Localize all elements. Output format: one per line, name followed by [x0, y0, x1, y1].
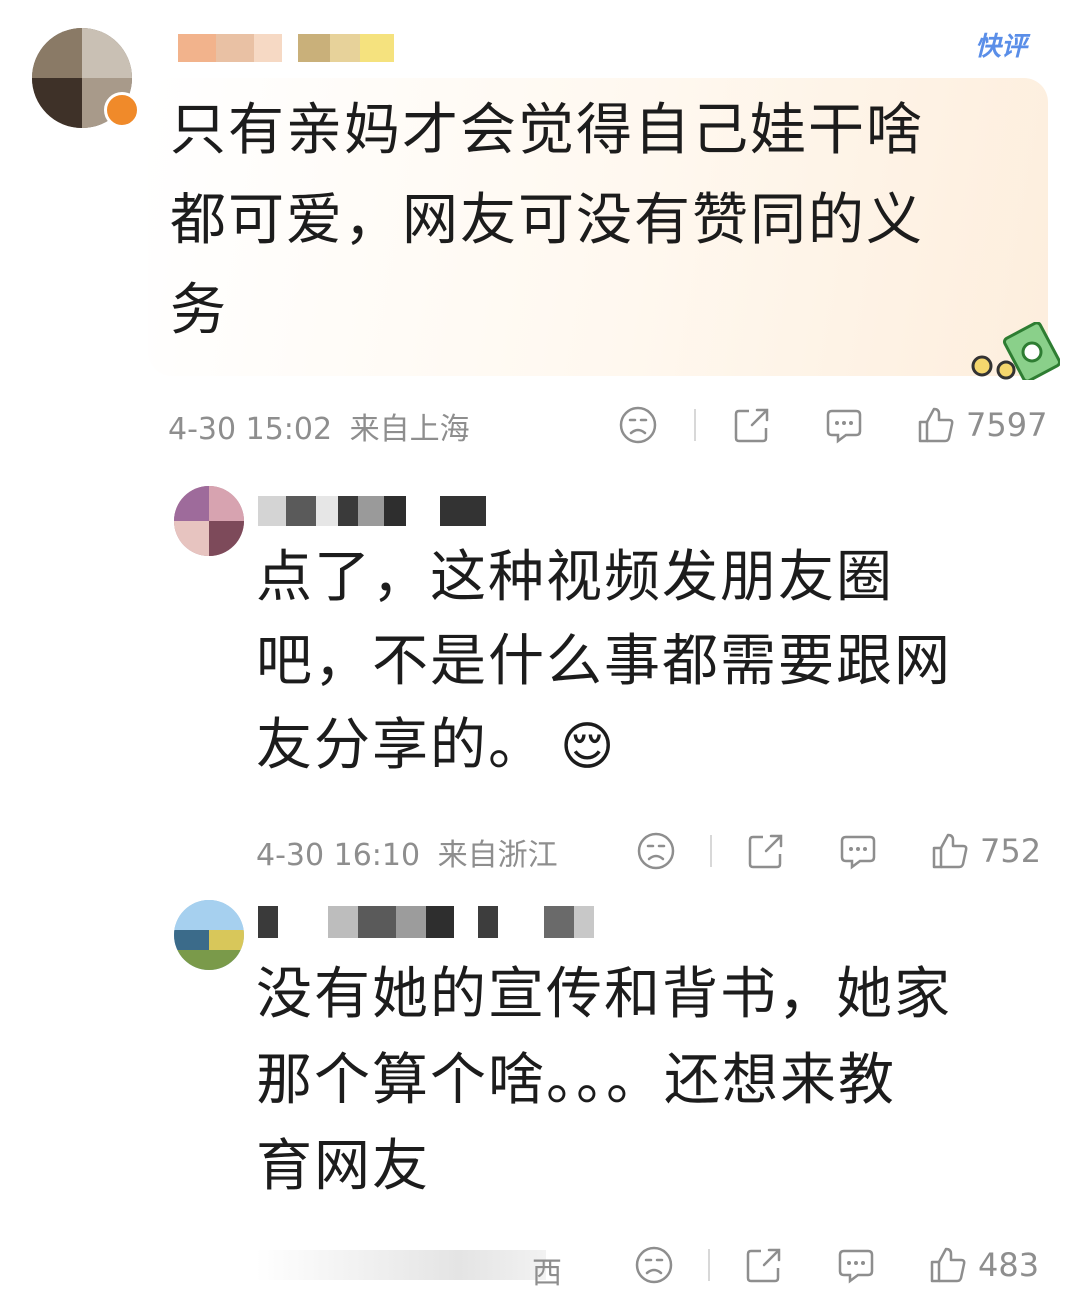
reply-button[interactable] — [838, 831, 878, 871]
comment-icon — [838, 1249, 874, 1284]
comment-icon — [826, 409, 862, 444]
action-bar: 7597 — [618, 400, 1047, 450]
like-count: 7597 — [966, 406, 1048, 444]
username[interactable] — [178, 34, 394, 62]
sad-face-icon — [637, 832, 675, 870]
like-count: 752 — [980, 832, 1042, 870]
action-bar: 752 — [636, 826, 1041, 876]
emoji-icon: 😌 — [560, 717, 617, 777]
text-line: 没有她的宣传和背书，她家 — [256, 962, 952, 1027]
text-line: 吧，不是什么事都需要跟网 — [256, 629, 952, 694]
share-icon — [746, 1248, 781, 1283]
text-line: 那个算个啥。。。还想来教 — [256, 1048, 896, 1113]
username[interactable] — [258, 906, 594, 938]
text-line: 点了，这种视频发朋友圈 — [256, 545, 894, 610]
comment-time: 4-30 16:10 — [256, 838, 421, 873]
comment-meta: 4-30 15:02 来自上海 — [168, 404, 470, 448]
divider — [708, 1249, 710, 1281]
comment-meta — [256, 1250, 546, 1280]
text-line: 育网友 — [256, 1134, 430, 1199]
comment-text: 点了，这种视频发朋友圈 吧，不是什么事都需要跟网 友分享的。 😌 — [256, 536, 1056, 789]
comment-text: 没有她的宣传和背书，她家 那个算个啥。。。还想来教 育网友 — [256, 952, 1056, 1210]
comment-location: 来自上海 — [349, 412, 470, 447]
thumbs-up-icon — [930, 1247, 966, 1283]
comment-text: 只有亲妈才会觉得自己娃干啥 都可爱，网友可没有赞同的义 务 — [170, 86, 1050, 356]
avatar[interactable] — [174, 900, 244, 970]
username[interactable] — [258, 496, 486, 526]
divider — [694, 409, 696, 441]
comment-location: 西 — [532, 1256, 562, 1291]
comment-time: 4-30 15:02 — [168, 412, 333, 447]
thumbs-up-icon — [918, 407, 954, 443]
dislike-button[interactable] — [634, 1245, 674, 1285]
comment-location: 来自浙江 — [437, 838, 558, 873]
share-icon — [734, 408, 769, 443]
dislike-button[interactable] — [618, 405, 658, 445]
share-button[interactable] — [746, 831, 786, 871]
text-line: 都可爱，网友可没有赞同的义 — [170, 188, 924, 253]
divider — [710, 835, 712, 867]
dislike-button[interactable] — [636, 831, 676, 871]
money-sticker-icon — [971, 322, 1060, 380]
reply-button[interactable] — [824, 405, 864, 445]
sad-face-icon — [635, 1246, 673, 1284]
text-line: 只有亲妈才会觉得自己娃干啥 — [170, 98, 924, 163]
like-button[interactable]: 752 — [930, 831, 1041, 871]
share-button[interactable] — [732, 405, 772, 445]
like-button[interactable]: 7597 — [916, 405, 1047, 445]
share-button[interactable] — [744, 1245, 784, 1285]
vip-badge-icon — [104, 92, 140, 128]
avatar[interactable] — [174, 486, 244, 556]
quick-comment-badge: 快评 — [975, 32, 1028, 62]
text-line: 务 — [170, 278, 228, 343]
action-bar: 483 — [634, 1240, 1039, 1290]
comment-meta: 4-30 16:10 来自浙江 — [256, 830, 558, 874]
sad-face-icon — [619, 406, 657, 444]
like-button[interactable]: 483 — [928, 1245, 1039, 1285]
thumbs-up-icon — [932, 833, 968, 869]
share-icon — [748, 834, 783, 869]
like-count: 483 — [978, 1246, 1040, 1284]
reply-button[interactable] — [836, 1245, 876, 1285]
comment-icon — [840, 835, 876, 870]
text-line: 友分享的。 — [256, 713, 546, 778]
